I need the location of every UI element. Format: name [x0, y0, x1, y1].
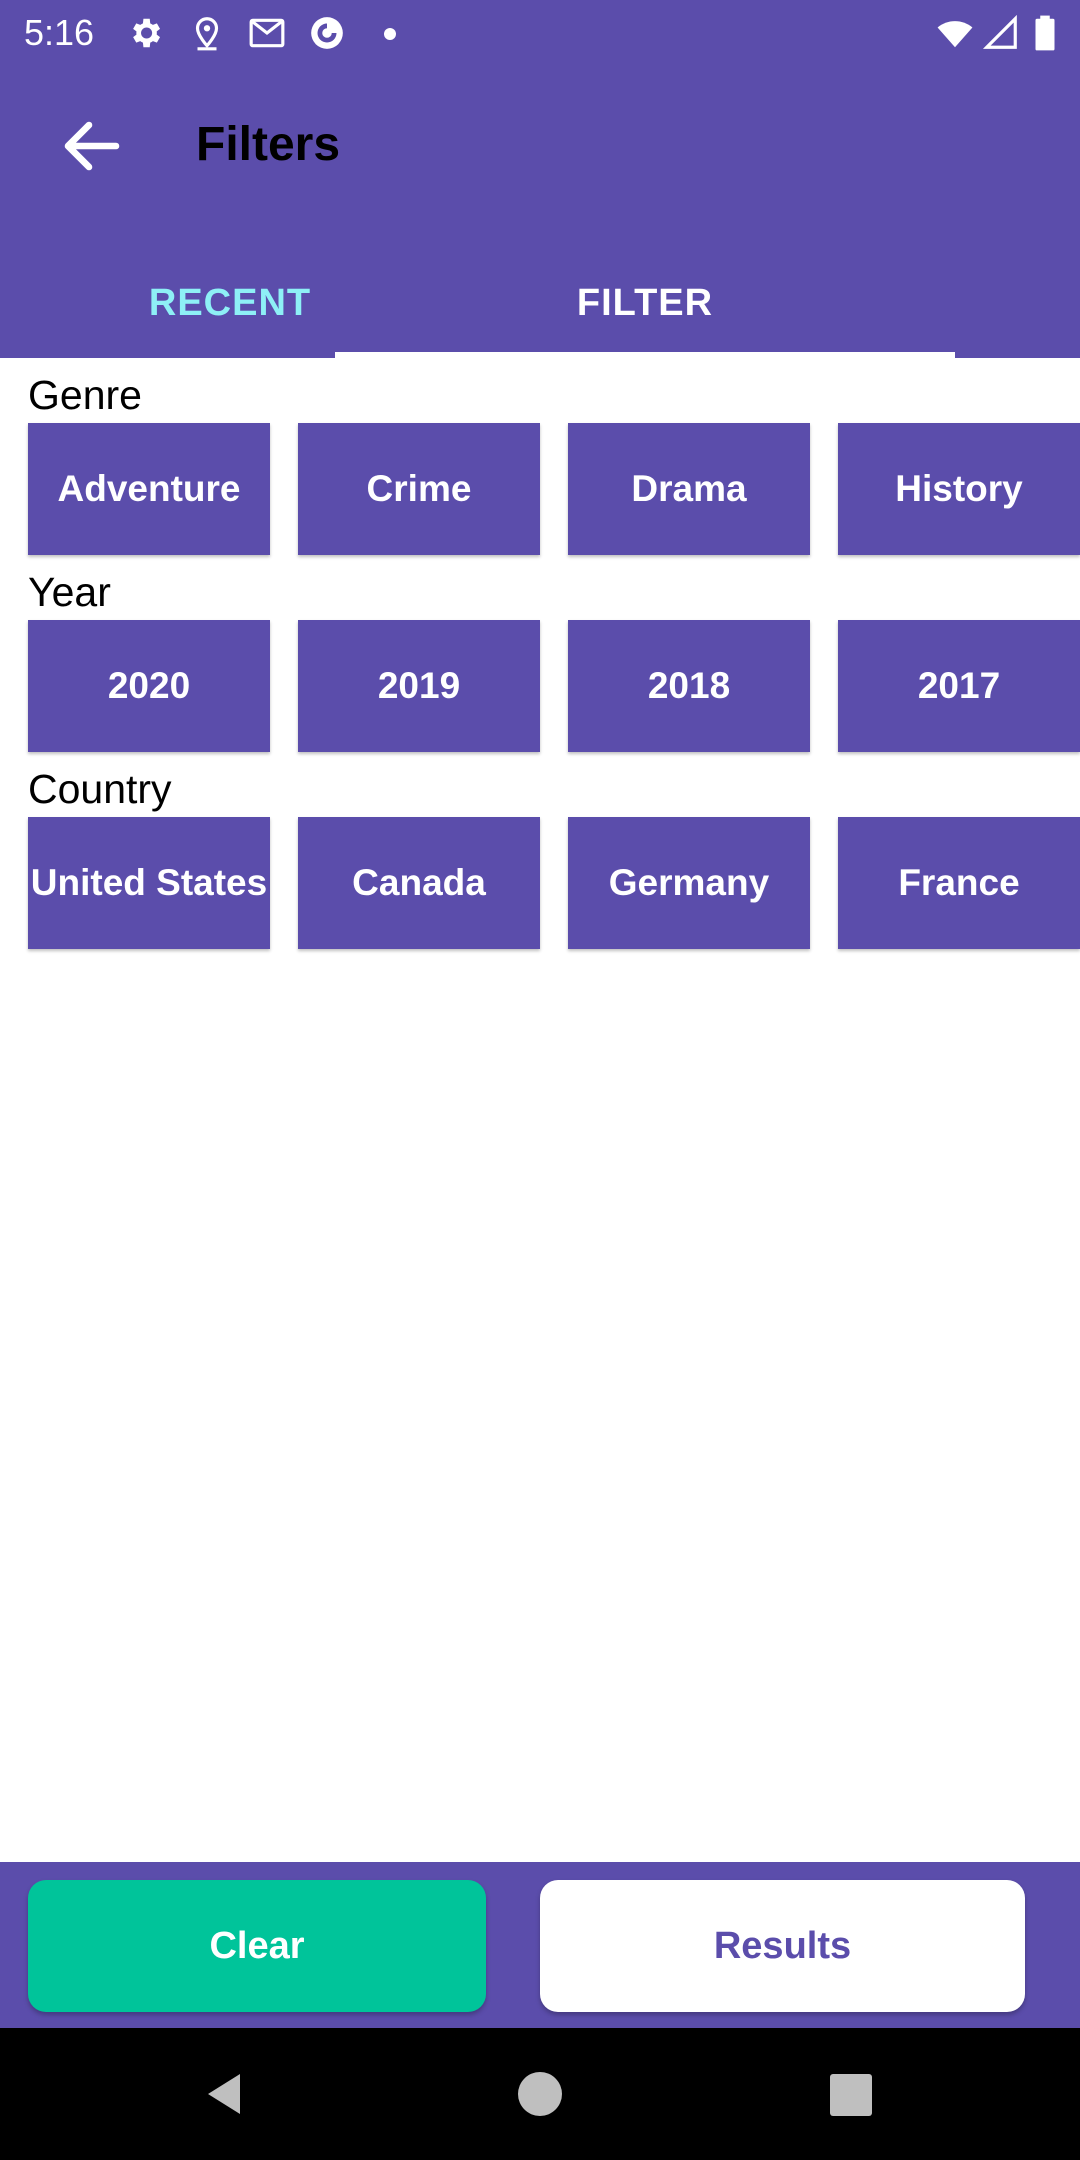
status-bar: 5:16 — [0, 0, 1080, 66]
genre-option-crime[interactable]: Crime — [298, 423, 540, 555]
tab-indicator — [335, 352, 955, 358]
tab-filter[interactable]: FILTER — [460, 248, 830, 358]
sync-app-icon — [311, 17, 343, 49]
nav-back-icon[interactable] — [200, 2070, 248, 2118]
nav-home-icon[interactable] — [518, 2072, 562, 2116]
year-label: Year — [28, 569, 111, 615]
country-option-canada[interactable]: Canada — [298, 817, 540, 949]
year-option-2020[interactable]: 2020 — [28, 620, 270, 752]
year-option-2018[interactable]: 2018 — [568, 620, 810, 752]
country-option-germany[interactable]: Germany — [568, 817, 810, 949]
cell-signal-icon — [982, 14, 1017, 49]
bottom-action-bar: Clear Results — [0, 1862, 1080, 2028]
genre-label: Genre — [28, 372, 142, 418]
system-nav-bar — [0, 2028, 1080, 2160]
arrow-back-icon[interactable] — [56, 110, 128, 182]
year-option-2019[interactable]: 2019 — [298, 620, 540, 752]
app-bar: Filters RECENT FILTER — [0, 66, 1080, 358]
gmail-icon — [249, 18, 285, 48]
notification-dot-icon — [384, 28, 396, 40]
page-title: Filters — [196, 118, 341, 171]
results-button[interactable]: Results — [540, 1880, 1025, 2012]
battery-icon — [1035, 15, 1055, 51]
gear-icon — [133, 18, 161, 48]
clear-button[interactable]: Clear — [28, 1880, 486, 2012]
wifi-icon — [937, 21, 973, 48]
year-option-2017[interactable]: 2017 — [838, 620, 1080, 752]
country-option-france[interactable]: France — [838, 817, 1080, 949]
country-option-united-states[interactable]: United States — [28, 817, 270, 949]
genre-option-adventure[interactable]: Adventure — [28, 423, 270, 555]
country-label: Country — [28, 766, 172, 812]
genre-option-history[interactable]: History — [838, 423, 1080, 555]
status-time: 5:16 — [24, 12, 95, 53]
location-pin-icon — [195, 17, 219, 51]
genre-option-drama[interactable]: Drama — [568, 423, 810, 555]
tab-recent[interactable]: RECENT — [0, 248, 460, 358]
nav-recents-icon[interactable] — [830, 2074, 872, 2116]
